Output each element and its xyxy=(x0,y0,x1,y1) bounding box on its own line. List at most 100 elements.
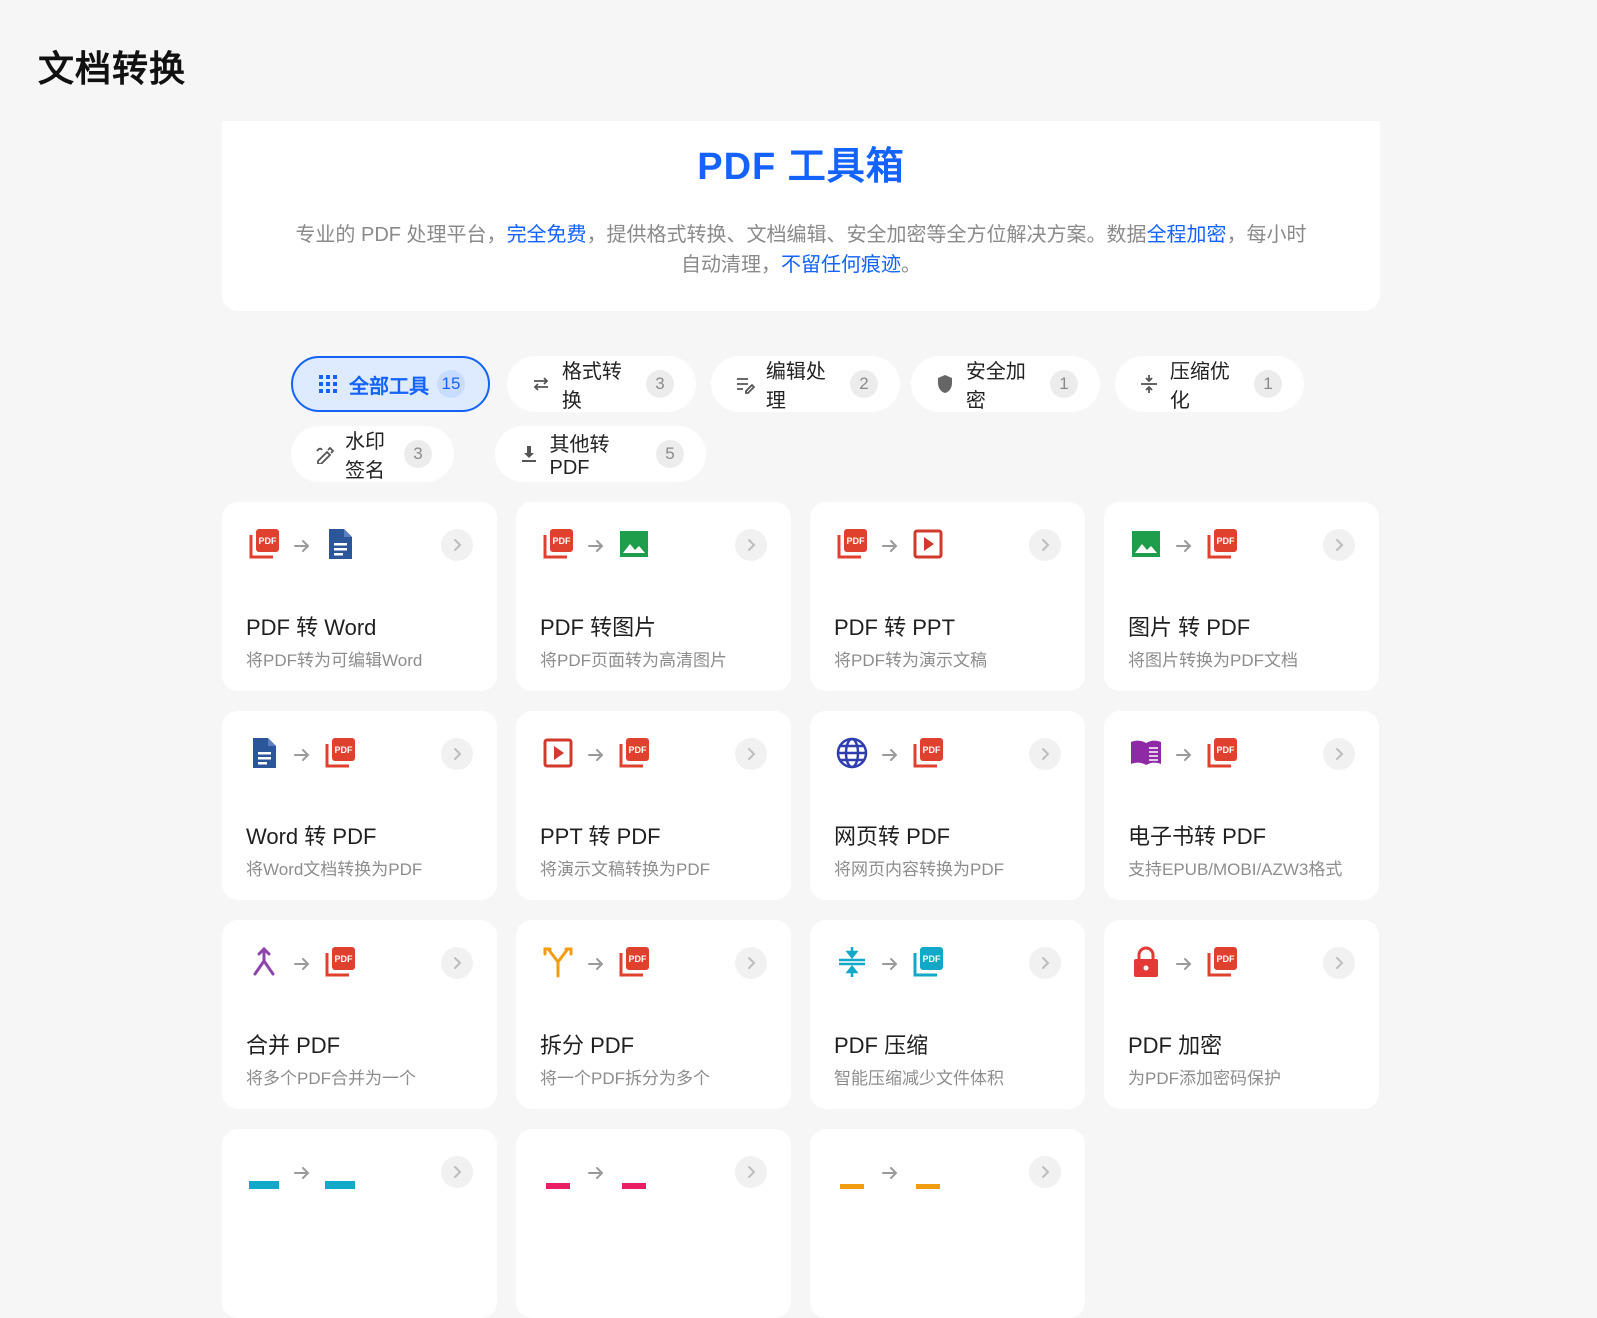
filter-label: 编辑处理 xyxy=(765,361,826,412)
tool-card[interactable]: PDF PDF 转图片 将PDF页面转为高清图片 xyxy=(516,502,791,691)
filter-edit-process[interactable]: 编辑处理 2 xyxy=(711,356,900,412)
arrow-right-icon xyxy=(282,1164,322,1182)
tool-title: Word 转 PDF xyxy=(246,824,377,849)
svg-text:PDF: PDF xyxy=(923,954,942,964)
arrow-right-icon xyxy=(870,537,910,555)
chevron-right-icon[interactable] xyxy=(441,529,473,561)
tool-icons: PDF xyxy=(834,735,946,775)
tool-icons: PDF xyxy=(246,526,358,566)
tool-title: 拆分 PDF xyxy=(540,1033,635,1058)
split-icon xyxy=(540,944,576,985)
svg-text:PDF: PDF xyxy=(847,536,866,546)
swap-icon xyxy=(531,373,552,395)
chevron-right-icon[interactable] xyxy=(441,1156,473,1188)
grid-icon xyxy=(317,373,339,395)
svg-text:PDF: PDF xyxy=(335,745,354,755)
tool-icons: PDF xyxy=(834,526,946,566)
arrow-right-icon xyxy=(576,1164,616,1182)
chevron-right-icon[interactable] xyxy=(1029,1156,1061,1188)
tool-icons xyxy=(834,1153,946,1193)
tool-icons: PDF xyxy=(246,944,358,984)
arrow-right-icon xyxy=(282,746,322,764)
tool-card[interactable]: PDF PDF 加密 为PDF添加密码保护 xyxy=(1104,920,1379,1109)
tool-title: PDF 转 Word xyxy=(246,615,377,640)
page-title: 文档转换 xyxy=(38,48,187,89)
ppt-icon xyxy=(910,526,946,567)
tool-icons: PDF xyxy=(540,735,652,775)
arrow-right-icon xyxy=(870,1164,910,1182)
tool-card[interactable]: PDF PDF 转 Word 将PDF转为可编辑Word xyxy=(222,502,497,691)
filter-format-conversion[interactable]: 格式转换 3 xyxy=(507,356,696,412)
chevron-right-icon[interactable] xyxy=(735,738,767,770)
pdf-icon: PDF xyxy=(540,526,576,567)
svg-text:PDF: PDF xyxy=(629,954,648,964)
tool-card[interactable]: PDF PDF 压缩智能压缩减少文件体积 xyxy=(810,920,1085,1109)
filter-other-to-pdf[interactable]: 其他转 PDF 5 xyxy=(495,426,706,482)
tool-card[interactable]: PDF 电子书转 PDF 支持EPUB/MOBI/AZW3格式 xyxy=(1104,711,1379,900)
filter-all-tools[interactable]: 全部工具 15 xyxy=(291,356,490,412)
chevron-right-icon[interactable] xyxy=(1029,738,1061,770)
tool-description: 将PDF转为演示文稿 xyxy=(834,651,987,670)
svg-text:PDF: PDF xyxy=(1217,536,1236,546)
tool-icons: PDF xyxy=(540,944,652,984)
download-icon xyxy=(519,443,540,465)
tool-title: PDF 压缩 xyxy=(834,1033,929,1058)
tool-card[interactable]: PDF Word 转 PDF 将Word文档转换为PDF xyxy=(222,711,497,900)
arrow-right-icon xyxy=(1164,746,1204,764)
tool-title: PDF 转图片 xyxy=(540,615,657,640)
tool-card[interactable]: PDF 图片 转 PDF 将图片转换为PDF文档 xyxy=(1104,502,1379,691)
chevron-right-icon[interactable] xyxy=(441,738,473,770)
tool-card[interactable] xyxy=(222,1129,497,1318)
hero-desc-text: 。 xyxy=(901,254,921,276)
tool-description: 智能压缩减少文件体积 xyxy=(834,1069,1004,1088)
filter-label: 其他转 PDF xyxy=(549,434,610,479)
filter-compress[interactable]: 压缩优化 1 xyxy=(1115,356,1304,412)
arrow-right-icon xyxy=(870,746,910,764)
tool-card[interactable] xyxy=(810,1129,1085,1318)
tool-description: 支持EPUB/MOBI/AZW3格式 xyxy=(1128,860,1343,879)
shield-icon xyxy=(935,373,956,395)
filter-label: 全部工具 xyxy=(349,375,429,398)
filter-count: 15 xyxy=(437,370,465,398)
chevron-right-icon[interactable] xyxy=(1323,529,1355,561)
chevron-right-icon[interactable] xyxy=(1029,529,1061,561)
svg-text:PDF: PDF xyxy=(553,536,572,546)
chevron-right-icon[interactable] xyxy=(1323,947,1355,979)
chevron-right-icon[interactable] xyxy=(1323,738,1355,770)
pdf-cyan-icon: PDF xyxy=(910,944,946,985)
arrow-right-icon xyxy=(1164,955,1204,973)
tool-card[interactable]: PDF 网页转 PDF 将网页内容转换为PDF xyxy=(810,711,1085,900)
tool-title: 网页转 PDF xyxy=(834,824,951,849)
filter-security[interactable]: 安全加密 1 xyxy=(911,356,1100,412)
hero-desc-highlight: 全程加密 xyxy=(1146,224,1227,246)
tool-icons: PDF xyxy=(834,944,946,984)
chevron-right-icon[interactable] xyxy=(735,947,767,979)
tool-description: 将多个PDF合并为一个 xyxy=(246,1069,416,1088)
tool-card[interactable] xyxy=(516,1129,791,1318)
tool-icons: PDF xyxy=(246,735,358,775)
arrow-right-icon xyxy=(1164,537,1204,555)
compress-icon xyxy=(1139,373,1160,395)
filter-watermark-signature[interactable]: 水印签名 3 xyxy=(291,426,454,482)
tool-card[interactable]: PDF 合并 PDF 将多个PDF合并为一个 xyxy=(222,920,497,1109)
signature-icon xyxy=(315,443,335,465)
filter-label: 安全加密 xyxy=(965,361,1026,412)
pdf-icon: PDF xyxy=(246,526,282,567)
svg-text:PDF: PDF xyxy=(335,954,354,964)
hero-desc-text: ，提供格式转换、文档编辑、安全加密等全方位解决方案。数据 xyxy=(586,224,1147,246)
tool-card[interactable]: PDF PDF 转 PPT 将PDF转为演示文稿 xyxy=(810,502,1085,691)
tool-icons xyxy=(540,1153,652,1193)
tool-card[interactable]: PDF 拆分 PDF 将一个PDF拆分为多个 xyxy=(516,920,791,1109)
pdf-icon: PDF xyxy=(910,735,946,776)
tool-description: 将Word文档转换为PDF xyxy=(246,860,423,879)
pdf-icon: PDF xyxy=(834,526,870,567)
chevron-right-icon[interactable] xyxy=(735,1156,767,1188)
hero-panel: PDF 工具箱 专业的 PDF 处理平台，完全免费，提供格式转换、文档编辑、安全… xyxy=(222,121,1380,311)
compress-icon xyxy=(834,944,870,985)
chevron-right-icon[interactable] xyxy=(1029,947,1061,979)
arrow-right-icon xyxy=(282,955,322,973)
tool-card[interactable]: PDF PPT 转 PDF 将演示文稿转换为PDF xyxy=(516,711,791,900)
chevron-right-icon[interactable] xyxy=(735,529,767,561)
chevron-right-icon[interactable] xyxy=(441,947,473,979)
hero-title: PDF 工具箱 xyxy=(697,146,905,188)
